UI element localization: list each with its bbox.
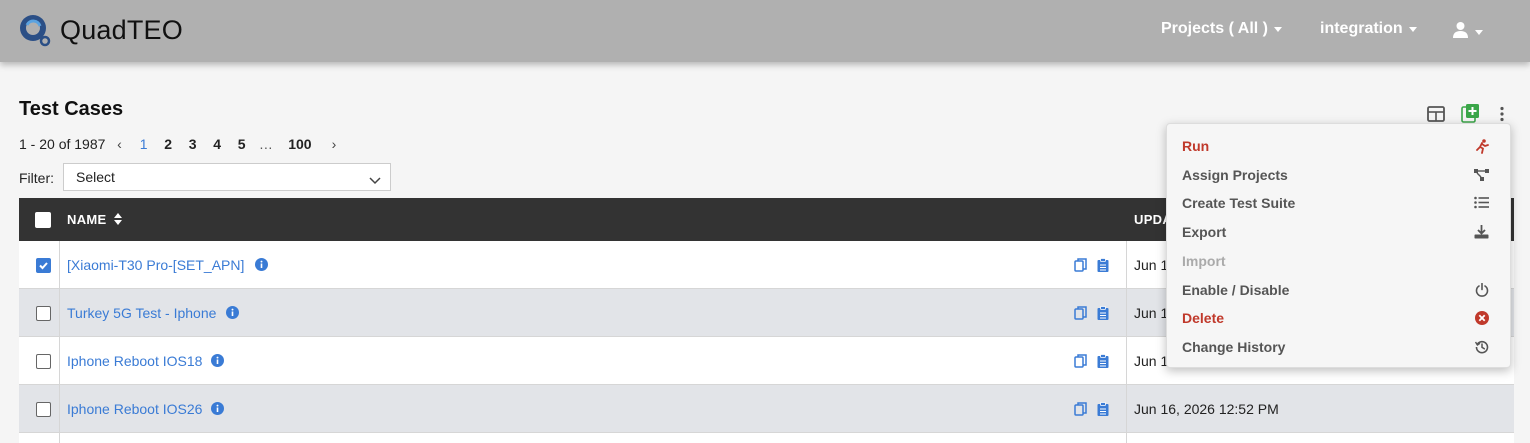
info-icon[interactable] [211,354,224,372]
copy-icon[interactable] [1074,306,1087,325]
run-icon [1475,139,1489,157]
filter-label: Filter: [19,170,54,186]
info-icon[interactable] [226,306,239,324]
clipboard-icon[interactable] [1097,306,1109,325]
caret-down-icon [1408,26,1417,32]
clipboard-icon[interactable] [1097,258,1109,277]
filter-select[interactable]: Select [63,163,391,191]
list-icon [1474,196,1489,212]
menu-item-enable-disable[interactable]: Enable / Disable [1182,280,1497,302]
menu-item-label: Change History [1182,338,1286,355]
test-case-name-link[interactable]: Iphone Reboot IOS26 [67,401,202,417]
menu-item-label: Delete [1182,310,1225,327]
menu-item-import: Import [1182,251,1497,273]
page-link-last[interactable]: 100 [278,136,322,152]
updated-date: Jun 1 [1134,305,1169,321]
app-logo[interactable]: QuadTEO [18,13,183,47]
pagination: 1 - 20 of 1987 ‹ 1 2 3 4 5 … 100 › [19,136,346,152]
menu-item-delete[interactable]: Delete [1182,308,1497,330]
test-case-name-link[interactable]: Iphone Reboot IOS18 [67,353,202,369]
column-header-name-label: NAME [67,212,107,227]
updated-date: Jun 1 [1134,353,1169,369]
integration-dropdown-label: integration [1320,20,1403,37]
copy-icon[interactable] [1074,354,1087,373]
menu-item-run[interactable]: Run [1182,136,1497,158]
next-page-icon[interactable]: › [322,136,346,152]
updated-date: Jun 1 [1134,257,1169,273]
info-icon[interactable] [211,402,224,420]
row-checkbox[interactable] [36,402,51,417]
copy-icon[interactable] [1074,402,1087,421]
menu-item-label: Import [1182,252,1226,269]
menu-item-create-test-suite[interactable]: Create Test Suite [1182,193,1497,215]
top-navbar: QuadTEO Projects ( All ) integration [0,0,1530,62]
page-link-5[interactable]: 5 [229,136,254,152]
test-case-name-link[interactable]: Turkey 5G Test - Iphone [67,305,216,321]
pagination-range: 1 - 20 of 1987 [19,136,106,152]
test-case-name-link[interactable]: [Xiaomi-T30 Pro-[SET_APN] [67,257,244,273]
sort-icon[interactable] [114,213,123,228]
user-icon [1452,21,1469,43]
quadteo-logo-icon [18,13,52,47]
menu-item-change-history[interactable]: Change History [1182,337,1497,359]
menu-item-assign-projects[interactable]: Assign Projects [1182,165,1497,187]
menu-item-export[interactable]: Export [1182,222,1497,244]
menu-item-label: Create Test Suite [1182,195,1296,212]
menu-item-label: Run [1182,138,1210,154]
menu-item-label: Assign Projects [1182,166,1288,183]
page-link-3[interactable]: 3 [180,136,205,152]
updated-date: Jun 16, 2026 12:52 PM [1134,401,1279,417]
menu-item-label: Export [1182,224,1227,241]
row-checkbox[interactable] [36,306,51,321]
select-all-checkbox[interactable] [35,212,51,228]
hierarchy-icon [1474,168,1489,184]
projects-dropdown-label: Projects ( All ) [1161,20,1268,37]
page-title: Test Cases [19,98,124,120]
chevron-down-icon [368,169,382,195]
row-checkbox[interactable] [36,258,51,273]
copy-icon[interactable] [1074,258,1087,277]
prev-page-icon[interactable]: ‹ [107,136,131,152]
page-link-1[interactable]: 1 [131,136,156,152]
power-icon [1475,282,1489,300]
clipboard-icon[interactable] [1097,402,1109,421]
column-header-name[interactable]: NAME [67,212,123,228]
page-link-4[interactable]: 4 [205,136,230,152]
integration-dropdown[interactable]: integration [1320,20,1417,38]
page-link-2[interactable]: 2 [156,136,181,152]
actions-dropdown-menu: Run Assign Projects Create Test Suite Ex… [1166,123,1511,368]
projects-dropdown[interactable]: Projects ( All ) [1161,20,1282,38]
row-checkbox[interactable] [36,354,51,369]
caret-down-icon [1273,26,1282,32]
menu-item-label: Enable / Disable [1182,281,1290,298]
info-icon[interactable] [255,258,268,276]
filter-selected-value: Select [76,169,115,185]
app-name: QuadTEO [60,14,183,45]
clipboard-icon[interactable] [1097,354,1109,373]
download-icon [1474,225,1489,242]
caret-down-icon [1475,29,1483,35]
user-menu-dropdown[interactable] [1452,21,1483,43]
pagination-ellipsis: … [258,136,273,152]
table-row[interactable]: Iphone Reboot IOS26 Jun 16, 2026 12:52 P… [19,385,1514,433]
history-icon [1474,340,1489,357]
delete-circle-icon [1475,311,1489,328]
